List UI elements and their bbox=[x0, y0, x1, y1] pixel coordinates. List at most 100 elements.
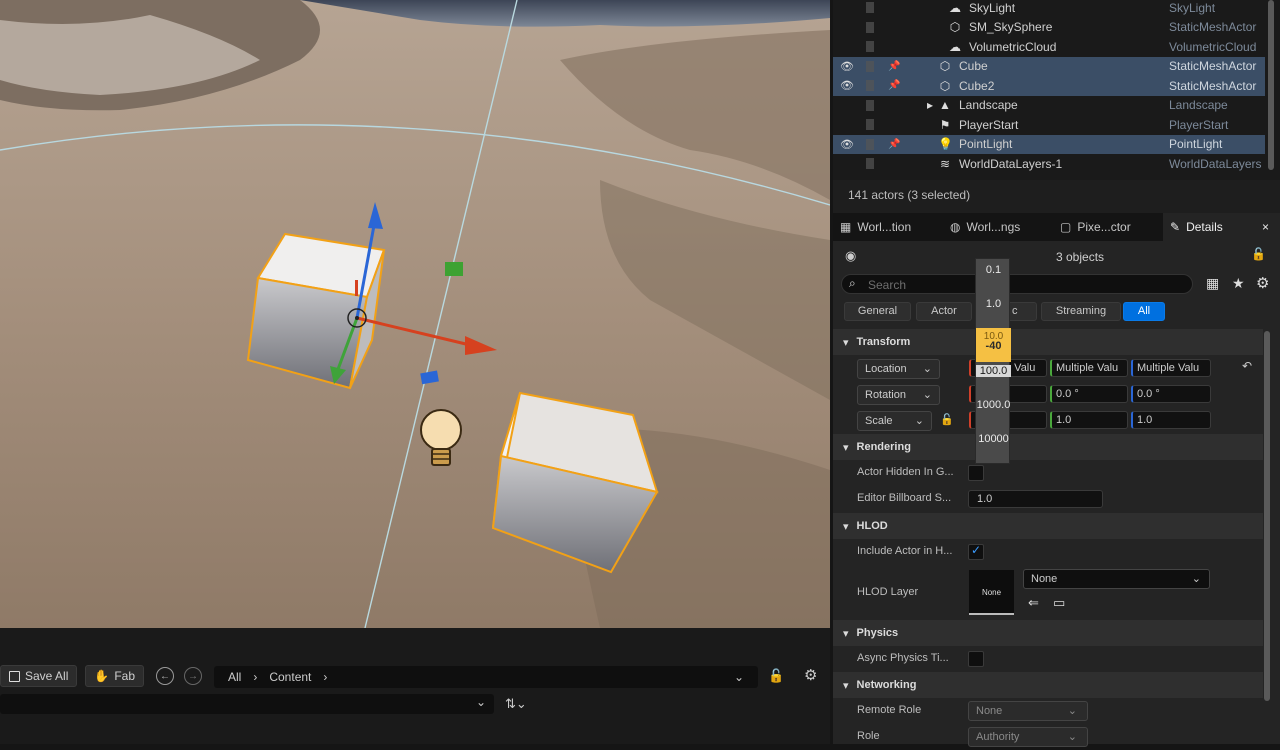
location-dropdown[interactable]: Location ⌄ bbox=[857, 359, 940, 379]
forward-button[interactable]: → bbox=[184, 667, 202, 685]
rotation-z-field[interactable]: 0.0 ° bbox=[1131, 385, 1211, 403]
gear-icon[interactable]: ⚙ bbox=[1256, 274, 1269, 292]
location-row: Location ⌄ e Valu Multiple Valu Multiple… bbox=[833, 355, 1263, 381]
chevron-down-icon[interactable]: ⌄ bbox=[734, 670, 744, 684]
scale-y-field[interactable]: 1.0 bbox=[1050, 411, 1128, 429]
pin-icon[interactable]: 📌 bbox=[888, 61, 900, 72]
fab-button[interactable]: ✋ Fab bbox=[85, 665, 144, 687]
filter-general[interactable]: General bbox=[844, 302, 911, 321]
remote-role-label: Remote Role bbox=[857, 704, 922, 716]
tab-world-settings[interactable]: ◍ Worl...ngs bbox=[943, 213, 1053, 241]
save-all-button[interactable]: Save All bbox=[0, 665, 78, 687]
scale-z-field[interactable]: 1.0 bbox=[1131, 411, 1211, 429]
close-icon[interactable]: × bbox=[1262, 220, 1269, 234]
remote-role-dropdown[interactable]: None ⌄ bbox=[968, 701, 1088, 721]
rotation-y-field[interactable]: 0.0 ° bbox=[1050, 385, 1128, 403]
document-icon bbox=[866, 21, 874, 33]
lock-icon[interactable]: 🔓 bbox=[940, 413, 954, 426]
expand-arrow-icon[interactable]: ▸ bbox=[923, 98, 937, 112]
details-scrollbar[interactable] bbox=[1264, 331, 1270, 701]
outliner-item-name: VolumetricCloud bbox=[969, 39, 1057, 54]
actor-hidden-checkbox[interactable] bbox=[968, 465, 984, 481]
billboard-value: 1.0 bbox=[977, 493, 993, 505]
snap-option-active[interactable]: 10.0 -40 bbox=[976, 328, 1011, 362]
back-button[interactable]: ← bbox=[156, 667, 174, 685]
snap-option[interactable]: 100.0 bbox=[976, 365, 1011, 377]
role-label: Role bbox=[857, 730, 880, 742]
eye-icon[interactable]: 👁 bbox=[840, 79, 854, 92]
hlod-layer-dropdown[interactable]: None ⌄ bbox=[1023, 569, 1210, 589]
sort-icon[interactable]: ⇅⌄ bbox=[505, 696, 527, 712]
snap-option[interactable]: 0.1 bbox=[976, 264, 1011, 276]
hlod-layer-row: HLOD Layer None None ⌄ ⇐ ▭ bbox=[833, 565, 1263, 621]
snap-option[interactable]: 1.0 bbox=[976, 298, 1011, 310]
document-icon bbox=[866, 158, 874, 170]
fab-icon: ✋ bbox=[94, 669, 110, 683]
search-input[interactable]: ⌕ Search bbox=[841, 274, 1193, 294]
scale-dropdown[interactable]: Scale ⌄ bbox=[857, 411, 932, 431]
billboard-label: Editor Billboard S... bbox=[857, 492, 952, 504]
location-y-field[interactable]: Multiple Valu bbox=[1050, 359, 1128, 377]
gear-icon[interactable]: ⚙ bbox=[804, 666, 817, 684]
hlod-layer-thumbnail[interactable]: None bbox=[969, 570, 1014, 615]
browse-folder-icon[interactable]: ▭ bbox=[1053, 595, 1065, 611]
tab-details[interactable]: ✎ Details × bbox=[1163, 213, 1280, 241]
billboard-field[interactable]: 1.0 bbox=[968, 490, 1103, 508]
pin-icon[interactable]: 📌 bbox=[888, 139, 900, 150]
path-breadcrumb[interactable]: All › Content › ⌄ bbox=[214, 666, 758, 688]
outliner-row[interactable]: ≋ WorldDataLayers-1 WorldDataLayers bbox=[833, 154, 1265, 174]
viewport-scene bbox=[0, 0, 830, 628]
outliner-row[interactable]: ▸ ▲ Landscape Landscape bbox=[833, 96, 1265, 116]
outliner-item-type: WorldDataLayers bbox=[1169, 156, 1262, 171]
document-icon bbox=[866, 138, 874, 150]
tab-pixel-streaming[interactable]: ▢ Pixe...ctor bbox=[1053, 213, 1163, 241]
section-hlod[interactable]: ▾ HLOD bbox=[833, 513, 1263, 539]
outliner-item-type: StaticMeshActor bbox=[1169, 20, 1257, 35]
filter-streaming[interactable]: Streaming bbox=[1041, 302, 1121, 321]
outliner-row[interactable]: 👁 📌 ⬡ Cube StaticMeshActor bbox=[833, 56, 1265, 76]
snap-option[interactable]: 10000 bbox=[976, 433, 1011, 445]
use-selected-icon[interactable]: ⇐ bbox=[1028, 595, 1039, 611]
actor-count: 141 actors (3 selected) bbox=[833, 180, 1280, 211]
star-icon[interactable]: ★ bbox=[1232, 275, 1245, 292]
outliner-row[interactable]: ⬡ SM_SkySphere StaticMeshActor bbox=[833, 18, 1265, 38]
lock-icon[interactable]: 🔓 bbox=[1251, 247, 1266, 261]
pin-icon[interactable]: 📌 bbox=[888, 80, 900, 91]
filter-actor[interactable]: Actor bbox=[916, 302, 972, 321]
pencil-icon: ✎ bbox=[1170, 220, 1181, 234]
reset-icon[interactable]: ↶ bbox=[1242, 359, 1252, 373]
breadcrumb-content[interactable]: Content bbox=[269, 670, 311, 684]
outliner-item-name: PointLight bbox=[959, 137, 1013, 152]
snap-value-popup: 0.1 1.0 10.0 -40 100.0 1000.0 10000 bbox=[975, 258, 1011, 464]
role-dropdown[interactable]: Authority ⌄ bbox=[968, 727, 1088, 747]
section-rendering[interactable]: ▾ Rendering bbox=[833, 434, 1263, 460]
outliner-row[interactable]: ☁ SkyLight SkyLight bbox=[833, 0, 1265, 18]
section-networking[interactable]: ▾ Networking bbox=[833, 672, 1263, 698]
outliner-row[interactable]: 👁 📌 ⬡ Cube2 StaticMeshActor bbox=[833, 76, 1265, 96]
tab-world-partition[interactable]: ▦ Worl...tion bbox=[833, 213, 943, 241]
section-title: Rendering bbox=[856, 441, 911, 453]
filter-all[interactable]: All bbox=[1123, 302, 1165, 321]
eye-icon[interactable]: 👁 bbox=[840, 60, 854, 73]
section-physics[interactable]: ▾ Physics bbox=[833, 620, 1263, 646]
outliner-scrollbar[interactable] bbox=[1268, 0, 1274, 170]
breadcrumb-all[interactable]: All bbox=[228, 670, 241, 684]
eye-icon[interactable]: 👁 bbox=[840, 138, 854, 151]
async-physics-checkbox[interactable] bbox=[968, 651, 984, 667]
include-actor-row: Include Actor in H... ✓ bbox=[833, 539, 1263, 565]
include-actor-checkbox[interactable]: ✓ bbox=[968, 543, 984, 560]
location-z-field[interactable]: Multiple Valu bbox=[1131, 359, 1211, 377]
section-transform[interactable]: ▾ Transform bbox=[833, 329, 1263, 355]
level-viewport[interactable] bbox=[0, 0, 830, 628]
asset-filter-combo[interactable]: ⌄ bbox=[0, 694, 494, 714]
rotation-dropdown[interactable]: Rotation ⌄ bbox=[857, 385, 940, 405]
snap-option[interactable]: 1000.0 bbox=[976, 399, 1011, 411]
save-icon bbox=[9, 670, 20, 682]
table-view-icon[interactable]: ▦ bbox=[1206, 275, 1219, 292]
outliner-row[interactable]: ☁ VolumetricCloud VolumetricCloud bbox=[833, 37, 1265, 57]
outliner-row[interactable]: ⚑ PlayerStart PlayerStart bbox=[833, 115, 1265, 135]
lock-icon[interactable]: 🔓 bbox=[768, 668, 784, 684]
outliner-item-name: Cube bbox=[959, 59, 988, 74]
outliner-row[interactable]: 👁 📌 💡 PointLight PointLight bbox=[833, 134, 1265, 154]
document-icon bbox=[866, 60, 874, 72]
